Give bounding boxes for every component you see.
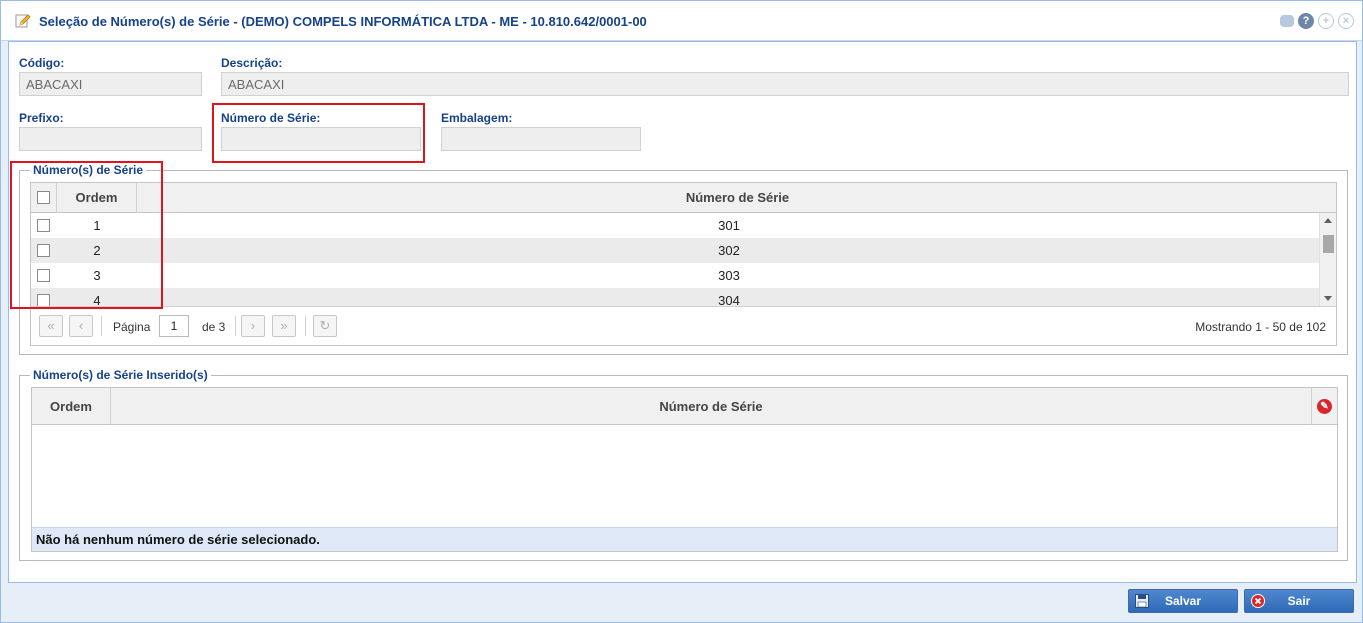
maximize-icon[interactable]: + <box>1318 13 1334 29</box>
window-body: Código: ABACAXI Descrição: ABACAXI Prefi… <box>8 41 1357 583</box>
inserted-fieldset: Número(s) de Série Inserido(s) Ordem Núm… <box>19 368 1348 561</box>
col-numero-header[interactable]: Número de Série <box>137 183 1336 213</box>
row-numero: 301 <box>718 218 740 233</box>
page-label: Página <box>113 320 151 334</box>
prefixo-label: Prefixo: <box>19 111 64 125</box>
window-tools: ? + × <box>1280 13 1354 29</box>
scroll-thumb[interactable] <box>1323 235 1334 253</box>
page-count: de 3 <box>202 320 226 334</box>
empty-message: Não há nenhum número de série selecionad… <box>32 527 1337 551</box>
pager-summary: Mostrando 1 - 50 de 102 <box>1195 320 1326 334</box>
minimize-icon[interactable] <box>1280 15 1294 27</box>
codigo-field[interactable]: ABACAXI <box>19 72 202 96</box>
inserted-legend: Número(s) de Série Inserido(s) <box>30 368 211 382</box>
scroll-up-icon[interactable] <box>1324 218 1332 223</box>
highlight-box-numero-serie <box>212 103 425 163</box>
pager-separator <box>305 316 306 336</box>
inserted-actions-header: ✎ <box>1312 388 1337 425</box>
next-page-button[interactable]: › <box>241 315 265 337</box>
embalagem-field[interactable] <box>441 127 641 151</box>
pager-separator <box>235 316 236 336</box>
table-row[interactable]: 3 303 <box>31 263 1321 288</box>
table-row[interactable]: 4 304 <box>31 288 1321 306</box>
row-numero: 304 <box>718 293 740 306</box>
edit-icon[interactable]: ✎ <box>1317 399 1332 414</box>
serials-grid-header: Ordem Número de Série <box>31 183 1336 213</box>
table-row[interactable]: 1 301 <box>31 213 1321 238</box>
inserted-col-numero-header[interactable]: Número de Série <box>111 388 1312 425</box>
inserted-grid: Ordem Número de Série ✎ Não há nenhum nú… <box>31 387 1338 552</box>
descricao-field[interactable]: ABACAXI <box>221 72 1349 96</box>
prev-page-button[interactable]: ‹ <box>69 315 93 337</box>
serials-pager: « ‹ Página 1 de 3 › » ↻ Mostrando 1 - 50… <box>31 306 1336 344</box>
first-page-button[interactable]: « <box>39 315 63 337</box>
last-page-button[interactable]: » <box>272 315 296 337</box>
refresh-button[interactable]: ↻ <box>313 315 337 337</box>
save-button[interactable]: Salvar <box>1128 589 1238 613</box>
codigo-label: Código: <box>19 56 65 70</box>
exit-icon <box>1251 594 1265 608</box>
row-numero: 303 <box>718 268 740 283</box>
row-numero: 302 <box>718 243 740 258</box>
table-row[interactable]: 2 302 <box>31 238 1321 263</box>
scroll-down-icon[interactable] <box>1324 296 1332 301</box>
descricao-label: Descrição: <box>221 56 283 70</box>
serials-grid: Ordem Número de Série 1 301 2 302 3 303 <box>30 182 1337 346</box>
help-icon[interactable]: ? <box>1298 13 1314 29</box>
page-input[interactable]: 1 <box>159 315 189 337</box>
prefixo-field[interactable] <box>19 127 202 151</box>
serials-scrollbar[interactable] <box>1319 213 1336 306</box>
close-icon[interactable]: × <box>1338 13 1354 29</box>
inserted-col-ordem-header[interactable]: Ordem <box>32 388 111 425</box>
pager-separator <box>101 316 102 336</box>
exit-button[interactable]: Sair <box>1244 589 1354 613</box>
window-titlebar: Seleção de Número(s) de Série - (DEMO) C… <box>1 1 1362 41</box>
embalagem-label: Embalagem: <box>441 111 513 125</box>
serials-fieldset: Número(s) de Série Ordem Número de Série… <box>19 163 1348 355</box>
highlight-box-serial-checkboxes <box>10 161 163 309</box>
serial-selection-window: Seleção de Número(s) de Série - (DEMO) C… <box>0 0 1363 623</box>
exit-button-label: Sair <box>1287 594 1311 608</box>
window-title: Seleção de Número(s) de Série - (DEMO) C… <box>39 14 647 29</box>
save-button-label: Salvar <box>1164 594 1202 608</box>
inserted-grid-header: Ordem Número de Série ✎ <box>32 388 1337 425</box>
edit-pencil-icon <box>15 14 31 28</box>
floppy-icon <box>1135 594 1149 608</box>
